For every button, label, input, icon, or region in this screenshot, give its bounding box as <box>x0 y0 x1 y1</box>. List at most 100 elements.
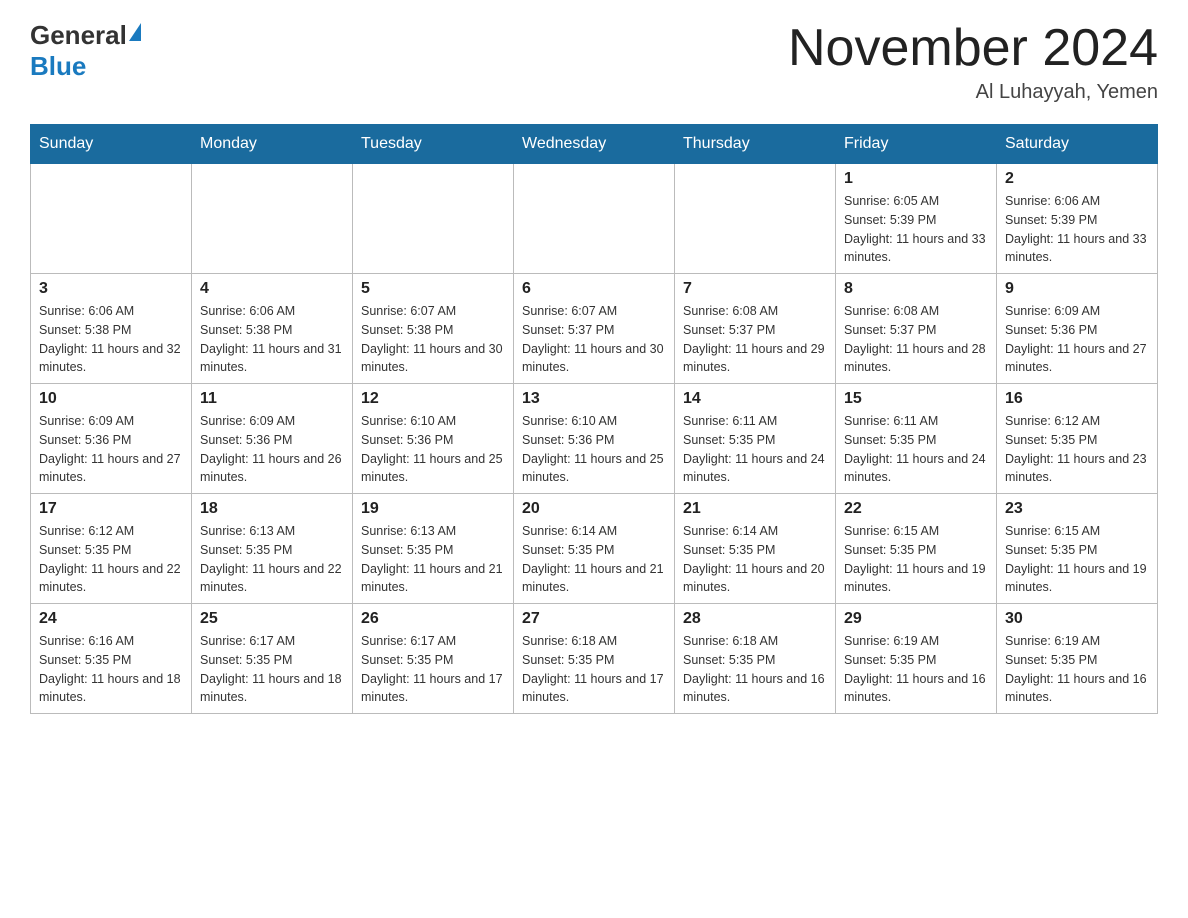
calendar-cell: 16 Sunrise: 6:12 AMSunset: 5:35 PMDayligh… <box>997 384 1158 494</box>
day-number: 17 <box>39 500 183 518</box>
day-info: Sunrise: 6:12 AMSunset: 5:35 PMDaylight:… <box>39 522 183 597</box>
day-info: Sunrise: 6:06 AMSunset: 5:38 PMDaylight:… <box>200 302 344 377</box>
day-number: 12 <box>361 390 505 408</box>
calendar-cell: 21 Sunrise: 6:14 AMSunset: 5:35 PMDayligh… <box>675 494 836 604</box>
day-number: 15 <box>844 390 988 408</box>
day-info: Sunrise: 6:06 AMSunset: 5:38 PMDaylight:… <box>39 302 183 377</box>
day-number: 4 <box>200 280 344 298</box>
calendar-subtitle: Al Luhayyah, Yemen <box>788 81 1158 104</box>
day-info: Sunrise: 6:14 AMSunset: 5:35 PMDaylight:… <box>522 522 666 597</box>
calendar-cell: 1 Sunrise: 6:05 AMSunset: 5:39 PMDaylight… <box>836 164 997 274</box>
day-info: Sunrise: 6:12 AMSunset: 5:35 PMDaylight:… <box>1005 412 1149 487</box>
day-info: Sunrise: 6:09 AMSunset: 5:36 PMDaylight:… <box>200 412 344 487</box>
day-info: Sunrise: 6:11 AMSunset: 5:35 PMDaylight:… <box>844 412 988 487</box>
day-info: Sunrise: 6:17 AMSunset: 5:35 PMDaylight:… <box>200 632 344 707</box>
calendar-cell: 4 Sunrise: 6:06 AMSunset: 5:38 PMDaylight… <box>192 274 353 384</box>
calendar-week-row: 17 Sunrise: 6:12 AMSunset: 5:35 PMDayligh… <box>31 494 1158 604</box>
day-number: 14 <box>683 390 827 408</box>
day-number: 29 <box>844 610 988 628</box>
day-info: Sunrise: 6:14 AMSunset: 5:35 PMDaylight:… <box>683 522 827 597</box>
calendar-cell <box>353 164 514 274</box>
calendar-cell: 30Sunrise: 6:19 AMSunset: 5:35 PMDayligh… <box>997 604 1158 714</box>
calendar-cell: 24 Sunrise: 6:16 AMSunset: 5:35 PMDayligh… <box>31 604 192 714</box>
calendar-cell <box>514 164 675 274</box>
day-info: Sunrise: 6:07 AMSunset: 5:37 PMDaylight:… <box>522 302 666 377</box>
calendar-cell: 10 Sunrise: 6:09 AMSunset: 5:36 PMDayligh… <box>31 384 192 494</box>
day-info: Sunrise: 6:15 AMSunset: 5:35 PMDaylight:… <box>844 522 988 597</box>
calendar-cell: 27Sunrise: 6:18 AMSunset: 5:35 PMDayligh… <box>514 604 675 714</box>
day-info: Sunrise: 6:17 AMSunset: 5:35 PMDaylight:… <box>361 632 505 707</box>
day-number: 24 <box>39 610 183 628</box>
calendar-week-row: 24 Sunrise: 6:16 AMSunset: 5:35 PMDayligh… <box>31 604 1158 714</box>
calendar-header: SundayMondayTuesdayWednesdayThursdayFrid… <box>31 125 1158 164</box>
title-block: November 2024 Al Luhayyah, Yemen <box>788 20 1158 104</box>
day-info: Sunrise: 6:08 AMSunset: 5:37 PMDaylight:… <box>844 302 988 377</box>
day-number: 3 <box>39 280 183 298</box>
day-number: 28 <box>683 610 827 628</box>
calendar-body: 1 Sunrise: 6:05 AMSunset: 5:39 PMDaylight… <box>31 164 1158 714</box>
day-info: Sunrise: 6:19 AMSunset: 5:35 PMDaylight:… <box>1005 632 1149 707</box>
day-info: Sunrise: 6:13 AMSunset: 5:35 PMDaylight:… <box>361 522 505 597</box>
day-info: Sunrise: 6:09 AMSunset: 5:36 PMDaylight:… <box>1005 302 1149 377</box>
calendar-cell: 23Sunrise: 6:15 AMSunset: 5:35 PMDayligh… <box>997 494 1158 604</box>
calendar-cell: 3 Sunrise: 6:06 AMSunset: 5:38 PMDaylight… <box>31 274 192 384</box>
calendar-cell: 28 Sunrise: 6:18 AMSunset: 5:35 PMDayligh… <box>675 604 836 714</box>
day-number: 18 <box>200 500 344 518</box>
calendar-cell: 25 Sunrise: 6:17 AMSunset: 5:35 PMDayligh… <box>192 604 353 714</box>
day-number: 16 <box>1005 390 1149 408</box>
day-number: 23 <box>1005 500 1149 518</box>
day-number: 10 <box>39 390 183 408</box>
calendar-cell: 14 Sunrise: 6:11 AMSunset: 5:35 PMDayligh… <box>675 384 836 494</box>
page-header: General Blue November 2024 Al Luhayyah, … <box>30 20 1158 104</box>
weekday-header-thursday: Thursday <box>675 125 836 164</box>
day-number: 9 <box>1005 280 1149 298</box>
weekday-header-saturday: Saturday <box>997 125 1158 164</box>
weekday-header-wednesday: Wednesday <box>514 125 675 164</box>
day-info: Sunrise: 6:18 AMSunset: 5:35 PMDaylight:… <box>683 632 827 707</box>
calendar-cell: 6 Sunrise: 6:07 AMSunset: 5:37 PMDaylight… <box>514 274 675 384</box>
day-info: Sunrise: 6:10 AMSunset: 5:36 PMDaylight:… <box>522 412 666 487</box>
calendar-cell <box>675 164 836 274</box>
calendar-cell: 9 Sunrise: 6:09 AMSunset: 5:36 PMDaylight… <box>997 274 1158 384</box>
calendar-cell: 17 Sunrise: 6:12 AMSunset: 5:35 PMDayligh… <box>31 494 192 604</box>
logo-general: General <box>30 20 127 51</box>
day-number: 13 <box>522 390 666 408</box>
calendar-cell: 12 Sunrise: 6:10 AMSunset: 5:36 PMDayligh… <box>353 384 514 494</box>
day-info: Sunrise: 6:09 AMSunset: 5:36 PMDaylight:… <box>39 412 183 487</box>
calendar-cell: 18Sunrise: 6:13 AMSunset: 5:35 PMDayligh… <box>192 494 353 604</box>
calendar-cell: 22 Sunrise: 6:15 AMSunset: 5:35 PMDayligh… <box>836 494 997 604</box>
calendar-cell: 2 Sunrise: 6:06 AMSunset: 5:39 PMDaylight… <box>997 164 1158 274</box>
calendar-cell: 11 Sunrise: 6:09 AMSunset: 5:36 PMDayligh… <box>192 384 353 494</box>
calendar-cell: 7Sunrise: 6:08 AMSunset: 5:37 PMDaylight… <box>675 274 836 384</box>
calendar-cell <box>31 164 192 274</box>
day-number: 26 <box>361 610 505 628</box>
calendar-title: November 2024 <box>788 20 1158 77</box>
calendar-cell: 26 Sunrise: 6:17 AMSunset: 5:35 PMDayligh… <box>353 604 514 714</box>
day-number: 2 <box>1005 170 1149 188</box>
day-number: 19 <box>361 500 505 518</box>
day-number: 1 <box>844 170 988 188</box>
logo: General Blue <box>30 20 141 82</box>
logo-blue: Blue <box>30 51 86 81</box>
day-info: Sunrise: 6:05 AMSunset: 5:39 PMDaylight:… <box>844 192 988 267</box>
day-info: Sunrise: 6:11 AMSunset: 5:35 PMDaylight:… <box>683 412 827 487</box>
calendar-cell: 8 Sunrise: 6:08 AMSunset: 5:37 PMDaylight… <box>836 274 997 384</box>
day-number: 8 <box>844 280 988 298</box>
day-number: 21 <box>683 500 827 518</box>
calendar-cell <box>192 164 353 274</box>
day-info: Sunrise: 6:16 AMSunset: 5:35 PMDaylight:… <box>39 632 183 707</box>
day-number: 25 <box>200 610 344 628</box>
day-number: 5 <box>361 280 505 298</box>
calendar-cell: 13 Sunrise: 6:10 AMSunset: 5:36 PMDayligh… <box>514 384 675 494</box>
calendar-week-row: 10 Sunrise: 6:09 AMSunset: 5:36 PMDayligh… <box>31 384 1158 494</box>
day-number: 11 <box>200 390 344 408</box>
day-number: 7 <box>683 280 827 298</box>
weekday-header-friday: Friday <box>836 125 997 164</box>
day-info: Sunrise: 6:10 AMSunset: 5:36 PMDaylight:… <box>361 412 505 487</box>
day-info: Sunrise: 6:06 AMSunset: 5:39 PMDaylight:… <box>1005 192 1149 267</box>
calendar-cell: 15 Sunrise: 6:11 AMSunset: 5:35 PMDayligh… <box>836 384 997 494</box>
day-info: Sunrise: 6:19 AMSunset: 5:35 PMDaylight:… <box>844 632 988 707</box>
day-number: 22 <box>844 500 988 518</box>
weekday-header-monday: Monday <box>192 125 353 164</box>
day-number: 6 <box>522 280 666 298</box>
